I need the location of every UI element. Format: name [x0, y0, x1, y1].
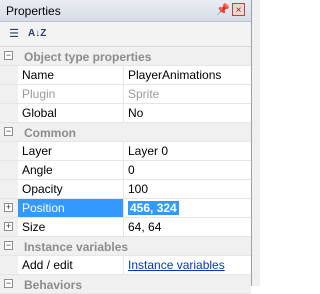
property-value[interactable]: 64, 64	[128, 218, 251, 236]
property-row-global[interactable]: Global No	[0, 104, 251, 123]
row-gutter: +	[0, 218, 18, 236]
property-name: Layer	[18, 142, 124, 160]
property-name: Plugin	[18, 85, 124, 103]
property-value[interactable]: No	[128, 104, 251, 122]
row-gutter	[0, 161, 18, 179]
property-value[interactable]: Layer 0	[128, 142, 251, 160]
property-row-plugin: Plugin Sprite	[0, 85, 251, 104]
property-name: Angle	[18, 161, 124, 179]
panel-edge	[252, 0, 260, 286]
property-row-angle[interactable]: Angle 0	[0, 161, 251, 180]
expand-icon[interactable]: +	[4, 203, 13, 212]
property-value[interactable]: 0	[128, 161, 251, 179]
row-gutter	[0, 66, 18, 84]
alphabetical-sort-icon[interactable]: A↓Z	[28, 25, 46, 43]
collapse-icon[interactable]: −	[4, 279, 13, 288]
property-value[interactable]: PlayerAnimations	[128, 66, 251, 84]
row-gutter: −	[0, 47, 18, 65]
collapse-icon[interactable]: −	[4, 51, 13, 60]
properties-panel: Properties 📌 × ☰ A↓Z − Object type prope…	[0, 0, 252, 294]
panel-title: Properties	[6, 4, 61, 18]
property-name: Add / edit	[18, 256, 124, 274]
category-behaviors[interactable]: − Behaviors	[0, 275, 251, 294]
property-row-opacity[interactable]: Opacity 100	[0, 180, 251, 199]
property-value: Instance variables	[128, 256, 251, 274]
category-instance-variables[interactable]: − Instance variables	[0, 237, 251, 256]
category-label: Object type properties	[24, 50, 152, 64]
row-gutter: +	[0, 199, 18, 217]
property-value[interactable]: 456, 324	[128, 199, 251, 217]
categorized-view-icon[interactable]: ☰	[5, 25, 23, 43]
properties-toolbar: ☰ A↓Z	[0, 22, 251, 47]
pin-icon[interactable]: 📌	[216, 4, 230, 16]
property-value-text[interactable]: 456, 324	[128, 201, 179, 215]
row-gutter: −	[0, 237, 18, 255]
row-gutter	[0, 85, 18, 103]
property-name: Position	[18, 199, 124, 217]
close-icon[interactable]: ×	[232, 3, 245, 16]
property-name: Global	[18, 104, 124, 122]
category-label: Behaviors	[24, 278, 83, 292]
property-name: Opacity	[18, 180, 124, 198]
property-row-layer[interactable]: Layer Layer 0	[0, 142, 251, 161]
category-common[interactable]: − Common	[0, 123, 251, 142]
instance-variables-link[interactable]: Instance variables	[128, 258, 225, 272]
property-name: Size	[18, 218, 124, 236]
row-gutter	[0, 180, 18, 198]
property-row-position[interactable]: + Position 456, 324	[0, 199, 251, 218]
row-gutter: −	[0, 123, 18, 141]
property-row-name[interactable]: Name PlayerAnimations	[0, 66, 251, 85]
collapse-icon[interactable]: −	[4, 241, 13, 250]
row-gutter	[0, 142, 18, 160]
panel-titlebar: Properties 📌 ×	[0, 0, 251, 22]
category-label: Common	[24, 126, 76, 140]
property-row-add-edit[interactable]: Add / edit Instance variables	[0, 256, 251, 275]
row-gutter: −	[0, 275, 18, 293]
category-object-type-properties[interactable]: − Object type properties	[0, 47, 251, 66]
row-gutter	[0, 104, 18, 122]
property-value: Sprite	[128, 87, 160, 101]
property-row-size[interactable]: + Size 64, 64	[0, 218, 251, 237]
collapse-icon[interactable]: −	[4, 127, 13, 136]
property-value[interactable]: 100	[128, 180, 251, 198]
category-label: Instance variables	[24, 240, 129, 254]
property-name: Name	[18, 66, 124, 84]
property-grid: − Object type properties Name PlayerAnim…	[0, 47, 251, 294]
row-gutter	[0, 256, 18, 274]
expand-icon[interactable]: +	[4, 222, 13, 231]
